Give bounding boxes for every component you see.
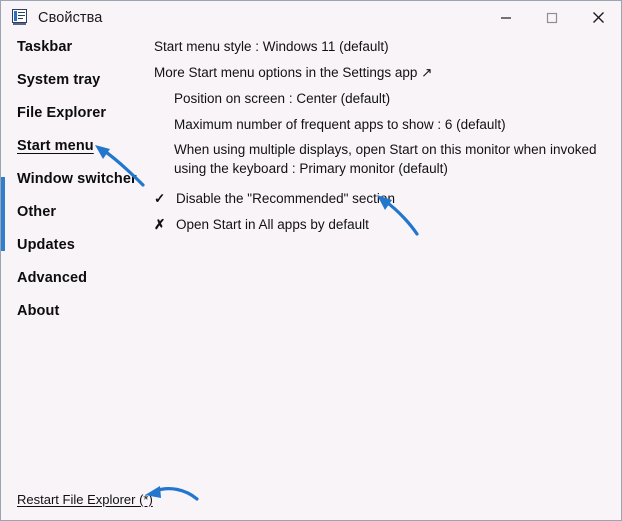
sidebar-item-file-explorer[interactable]: File Explorer xyxy=(17,105,106,121)
minimize-button[interactable] xyxy=(483,1,529,34)
setting-label: Open Start in All apps by default xyxy=(176,217,369,232)
settings-content: Start menu style : Windows 11 (default) … xyxy=(149,34,621,520)
setting-max-frequent-apps[interactable]: Maximum number of frequent apps to show … xyxy=(174,115,506,134)
sidebar-item-advanced[interactable]: Advanced xyxy=(17,270,87,286)
sidebar-item-window-switcher[interactable]: Window switcher xyxy=(17,171,137,187)
link-more-start-menu-options[interactable]: More Start menu options in the Settings … xyxy=(154,63,432,82)
sidebar-nav: Taskbar System tray File Explorer Start … xyxy=(1,34,149,520)
window-title: Свойства xyxy=(38,9,103,26)
sidebar-item-other[interactable]: Other xyxy=(17,204,56,220)
maximize-button[interactable] xyxy=(529,1,575,34)
sidebar-item-start-menu[interactable]: Start menu xyxy=(17,138,94,154)
sidebar-item-about[interactable]: About xyxy=(17,303,59,319)
restart-file-explorer-link[interactable]: Restart File Explorer (*) xyxy=(17,492,153,507)
setting-disable-recommended-section[interactable]: ✓ Disable the "Recommended" section xyxy=(154,189,395,208)
title-bar[interactable]: Свойства xyxy=(1,1,621,34)
close-button[interactable] xyxy=(575,1,621,34)
check-icon: ✓ xyxy=(154,191,166,206)
setting-start-menu-style[interactable]: Start menu style : Windows 11 (default) xyxy=(154,37,389,56)
properties-window: Свойства Taskbar System tray File Explor… xyxy=(0,0,622,521)
setting-multiple-displays-monitor[interactable]: When using multiple displays, open Start… xyxy=(174,140,614,178)
setting-label: Disable the "Recommended" section xyxy=(176,191,395,206)
sidebar-item-system-tray[interactable]: System tray xyxy=(17,72,100,88)
left-accent-strip xyxy=(1,177,5,251)
window-controls xyxy=(483,1,621,34)
properties-icon xyxy=(12,9,29,26)
setting-open-start-in-all-apps[interactable]: ✗ Open Start in All apps by default xyxy=(154,215,369,234)
sidebar-item-updates[interactable]: Updates xyxy=(17,237,75,253)
cross-icon: ✗ xyxy=(154,217,166,232)
sidebar-item-taskbar[interactable]: Taskbar xyxy=(17,39,72,55)
setting-position-on-screen[interactable]: Position on screen : Center (default) xyxy=(174,89,390,108)
